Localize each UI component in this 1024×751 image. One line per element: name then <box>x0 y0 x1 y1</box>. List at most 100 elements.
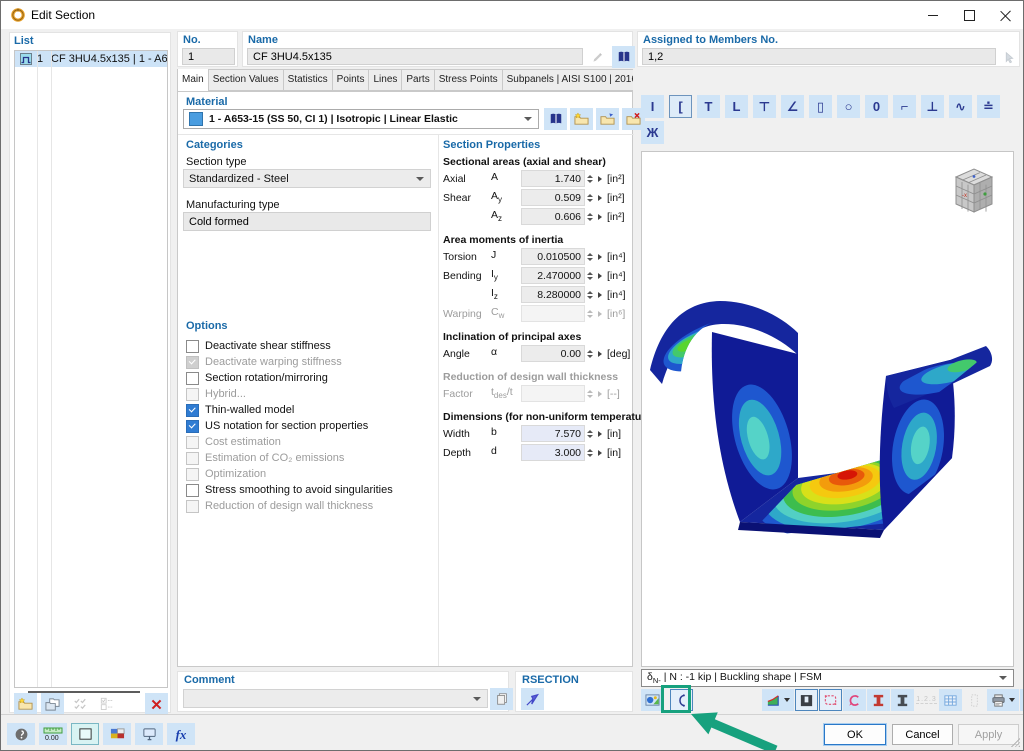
result-grid-button[interactable] <box>939 689 962 711</box>
units-button[interactable]: 0.00 <box>39 723 67 745</box>
property-value-field[interactable]: 0.606 <box>521 208 585 225</box>
property-value-field[interactable]: 0.00 <box>521 345 585 362</box>
detail-arrow-button[interactable] <box>595 194 605 201</box>
checkbox-us-notation-for-section-properties[interactable] <box>186 419 199 433</box>
section-3d-view[interactable]: -x <box>641 151 1014 667</box>
section-solid-button[interactable] <box>891 689 914 711</box>
ok-button[interactable]: OK <box>824 724 886 745</box>
spinner-buttons[interactable] <box>585 287 595 302</box>
tab-points[interactable]: Points <box>332 69 370 91</box>
shape-angle-section[interactable]: ∠ <box>781 95 804 118</box>
property-value-field[interactable]: 8.280000 <box>521 286 585 303</box>
cancel-button[interactable]: Cancel <box>892 724 953 745</box>
tab-lines[interactable]: Lines <box>369 69 403 91</box>
minimize-button[interactable] <box>915 1 951 29</box>
new-section-button[interactable] <box>14 693 37 715</box>
detail-arrow-button[interactable] <box>595 272 605 279</box>
detail-arrow-button[interactable] <box>595 291 605 298</box>
shape-rail-section[interactable]: ⊥ <box>921 95 944 118</box>
edit-material-button[interactable] <box>596 108 619 130</box>
option-stress-smoothing-to-avoid-singularities[interactable]: Stress smoothing to avoid singularities <box>186 482 434 498</box>
option-section-rotation-mirroring[interactable]: Section rotation/mirroring <box>186 370 434 386</box>
material-combo[interactable]: 1 - A653-15 (SS 50, CI 1) | Isotropic | … <box>183 109 539 129</box>
navigation-cube[interactable]: -x <box>949 164 999 218</box>
formulas-button[interactable]: fx <box>167 723 195 745</box>
option-deactivate-shear-stiffness[interactable]: Deactivate shear stiffness <box>186 338 434 354</box>
spinner-buttons[interactable] <box>585 268 595 283</box>
checkbox-stress-smoothing-to-avoid-singularities[interactable] <box>186 483 199 497</box>
assigned-members-field[interactable]: 1,2 <box>642 48 996 65</box>
property-value-field[interactable]: 7.570 <box>521 425 585 442</box>
stress-display-button[interactable] <box>762 689 794 711</box>
shape-c-section[interactable]: [ <box>669 95 692 118</box>
detail-arrow-button[interactable] <box>595 253 605 260</box>
result-selector-combo[interactable]: δN- | N : -1 kip | Buckling shape | FSM <box>641 669 1014 687</box>
deformed-shape-button[interactable] <box>819 689 842 711</box>
spinner-buttons[interactable] <box>585 426 595 441</box>
property-value-field[interactable]: 2.470000 <box>521 267 585 284</box>
full-screen-button[interactable] <box>135 723 163 745</box>
color-scale-button[interactable] <box>71 723 99 745</box>
option-us-notation-for-section-properties[interactable]: US notation for section properties <box>186 418 434 434</box>
detail-arrow-button[interactable] <box>595 430 605 437</box>
shape-i-section[interactable]: I <box>641 95 664 118</box>
shape-tee-down-section[interactable]: ⊤ <box>753 95 776 118</box>
checkbox-deactivate-shear-stiffness[interactable] <box>186 339 199 353</box>
detail-arrow-button[interactable] <box>595 449 605 456</box>
spinner-buttons[interactable] <box>585 209 595 224</box>
number-field[interactable]: 1 <box>182 48 235 65</box>
spinner-buttons[interactable] <box>585 249 595 264</box>
cancel-zoom-button[interactable] <box>1020 689 1023 711</box>
property-value-field[interactable]: 0.509 <box>521 189 585 206</box>
help-button[interactable] <box>7 723 35 745</box>
shape-l-section[interactable]: L <box>725 95 748 118</box>
tab-main[interactable]: Main <box>177 69 209 91</box>
comment-combo[interactable] <box>183 689 488 708</box>
maximize-button[interactable] <box>951 1 987 29</box>
detail-arrow-button[interactable] <box>595 350 605 357</box>
display-properties-button[interactable] <box>103 723 131 745</box>
detail-arrow-button[interactable] <box>595 175 605 182</box>
delete-section-button[interactable] <box>145 693 168 715</box>
shape-built-up-section[interactable]: Ж <box>641 121 664 144</box>
copy-section-button[interactable] <box>41 693 64 715</box>
shape-t-section[interactable]: T <box>697 95 720 118</box>
resize-grip[interactable] <box>1011 738 1020 747</box>
spinner-buttons[interactable] <box>585 445 595 460</box>
shape-solid-section[interactable]: ≐ <box>977 95 1000 118</box>
new-material-button[interactable] <box>570 108 593 130</box>
property-value-field[interactable]: 1.740 <box>521 170 585 187</box>
property-row-iz: Iz 8.280000 [in⁴] <box>443 285 631 304</box>
option-thin-walled-model[interactable]: Thin-walled model <box>186 402 434 418</box>
tab-section-values[interactable]: Section Values <box>208 69 284 91</box>
copy-comment-button[interactable] <box>490 688 513 710</box>
print-button[interactable] <box>987 689 1019 711</box>
section-library-button[interactable] <box>612 46 635 68</box>
tab-statistics[interactable]: Statistics <box>283 69 333 91</box>
section-type-combo[interactable]: Standardized - Steel <box>183 169 431 188</box>
shape-z-section[interactable]: ⌐ <box>893 95 916 118</box>
stress-points-button[interactable] <box>867 689 890 711</box>
spinner-buttons[interactable] <box>585 346 595 361</box>
tab-subpanels-aisi-s100-2016[interactable]: Subpanels | AISI S100 | 2016 <box>502 69 633 91</box>
checkbox-thin-walled-model[interactable] <box>186 403 199 417</box>
spinner-buttons[interactable] <box>585 171 595 186</box>
tab-stress-points[interactable]: Stress Points <box>434 69 503 91</box>
close-button[interactable] <box>987 1 1023 29</box>
material-library-button[interactable] <box>544 108 567 130</box>
property-value-field[interactable]: 0.010500 <box>521 248 585 265</box>
open-rsection-button[interactable] <box>521 688 544 710</box>
shape-corrugated-section[interactable]: ∿ <box>949 95 972 118</box>
name-field[interactable]: CF 3HU4.5x135 <box>247 48 583 65</box>
spinner-buttons[interactable] <box>585 190 595 205</box>
shape-ellipse-section[interactable]: 0 <box>865 95 888 118</box>
tab-parts[interactable]: Parts <box>402 69 435 91</box>
shape-pipe-section[interactable]: ○ <box>837 95 860 118</box>
effective-widths-button[interactable] <box>843 689 866 711</box>
section-list[interactable]: 1 CF 3HU4.5x135 | 1 - A653-15 (SS <box>14 50 168 688</box>
detail-arrow-button[interactable] <box>595 213 605 220</box>
shape-box-section[interactable]: ▯ <box>809 95 832 118</box>
property-value-field[interactable]: 3.000 <box>521 444 585 461</box>
checkbox-section-rotation-mirroring[interactable] <box>186 371 199 385</box>
section-fill-button[interactable] <box>795 689 818 711</box>
